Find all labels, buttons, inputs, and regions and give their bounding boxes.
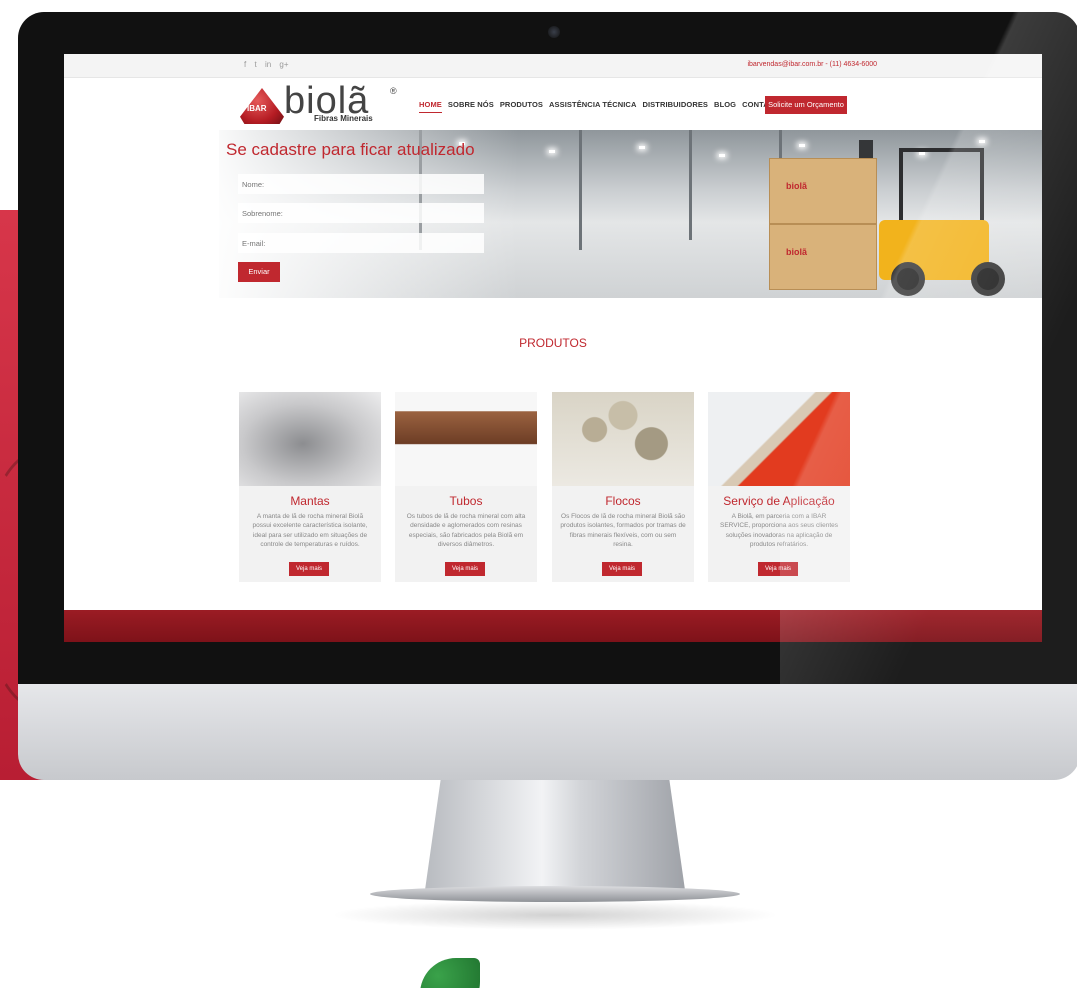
product-card-flocos: Flocos Os Flocos de lã de rocha mineral …: [552, 392, 694, 582]
ceiling-light: [799, 144, 805, 147]
ceiling-light: [979, 140, 985, 143]
stand-shadow: [330, 900, 780, 930]
nav-item-produtos[interactable]: PRODUTOS: [500, 100, 543, 113]
monitor-stand: [425, 780, 685, 890]
cardboard-box: biolã: [769, 224, 877, 290]
box-brand-label: biolã: [786, 247, 808, 257]
site-logo[interactable]: IBAR biolã ® Fibras Minerais: [240, 80, 400, 126]
social-links: f t in g+: [244, 60, 295, 69]
linkedin-icon[interactable]: in: [265, 60, 271, 69]
forklift-wheel: [971, 262, 1005, 296]
product-card-mantas: Mantas A manta de lã de rocha mineral Bi…: [239, 392, 381, 582]
request-quote-button[interactable]: Solicite um Orçamento: [765, 96, 847, 114]
mantas-image[interactable]: [239, 392, 381, 486]
nav-item-home[interactable]: HOME: [419, 100, 442, 113]
signup-title: Se cadastre para ficar atualizado: [226, 140, 475, 159]
footer-band: [64, 610, 1042, 642]
google-plus-icon[interactable]: g+: [279, 60, 288, 69]
main-nav: HOME SOBRE NÓS PRODUTOS ASSISTÊNCIA TÉCN…: [419, 100, 779, 113]
tubos-image[interactable]: [395, 392, 537, 486]
forklift-cage: [899, 148, 984, 228]
cardboard-box: biolã: [769, 158, 877, 224]
product-description: A manta de lã de rocha mineral Biolã pos…: [252, 513, 368, 548]
logo-registered-mark: ®: [390, 86, 397, 96]
email-field[interactable]: [238, 233, 484, 253]
see-more-button[interactable]: Veja mais: [602, 562, 642, 576]
top-bar: f t in g+ ibarvendas@ibar.com.br - (11) …: [64, 54, 1042, 78]
warehouse-pillar: [689, 130, 692, 240]
facebook-icon[interactable]: f: [244, 60, 246, 69]
nav-item-sobre-nos[interactable]: SOBRE NÓS: [448, 100, 494, 113]
see-more-button[interactable]: Veja mais: [445, 562, 485, 576]
ceiling-light: [639, 146, 645, 149]
site-header: IBAR biolã ® Fibras Minerais HOME SOBRE …: [64, 78, 1042, 130]
monitor-chin: [18, 684, 1077, 780]
nav-item-distribuidores[interactable]: DISTRIBUIDORES: [642, 100, 708, 113]
box-brand-label: biolã: [786, 181, 808, 191]
warehouse-pillar: [579, 130, 582, 250]
website-screen: f t in g+ ibarvendas@ibar.com.br - (11) …: [64, 54, 1042, 642]
logo-subtitle: Fibras Minerais: [314, 114, 373, 123]
product-title[interactable]: Flocos: [552, 494, 694, 508]
flocos-image[interactable]: [552, 392, 694, 486]
product-card-servico: Serviço de Aplicação A Biolã, em parceri…: [708, 392, 850, 582]
product-description: Os tubos de lã de rocha mineral com alta…: [406, 513, 526, 548]
camera-icon: [548, 26, 560, 38]
product-title[interactable]: Serviço de Aplicação: [708, 494, 850, 508]
products-section-title: PRODUTOS: [519, 336, 587, 350]
twitter-icon[interactable]: t: [254, 60, 256, 69]
send-button[interactable]: Enviar: [238, 262, 280, 282]
nav-item-assistencia-tecnica[interactable]: ASSISTÊNCIA TÉCNICA: [549, 100, 636, 113]
plant-leaf: [420, 958, 480, 988]
product-title[interactable]: Mantas: [239, 494, 381, 508]
product-card-tubos: Tubos Os tubos de lã de rocha mineral co…: [395, 392, 537, 582]
servico-image[interactable]: [708, 392, 850, 486]
monitor-base: [370, 886, 740, 902]
product-description: Os Flocos de lã de rocha mineral Biolã s…: [560, 513, 686, 548]
contact-info[interactable]: ibarvendas@ibar.com.br - (11) 4634-6000: [747, 61, 877, 68]
see-more-button[interactable]: Veja mais: [289, 562, 329, 576]
forklift-wheel: [891, 262, 925, 296]
nav-item-blog[interactable]: BLOG: [714, 100, 736, 113]
ceiling-light: [549, 150, 555, 153]
surname-field[interactable]: [238, 203, 484, 223]
name-field[interactable]: [238, 174, 484, 194]
product-title[interactable]: Tubos: [395, 494, 537, 508]
product-description: A Biolã, em parceria com a IBAR SERVICE,…: [719, 513, 839, 548]
see-more-button[interactable]: Veja mais: [758, 562, 798, 576]
logo-badge-text: IBAR: [247, 104, 267, 113]
ceiling-light: [719, 154, 725, 157]
